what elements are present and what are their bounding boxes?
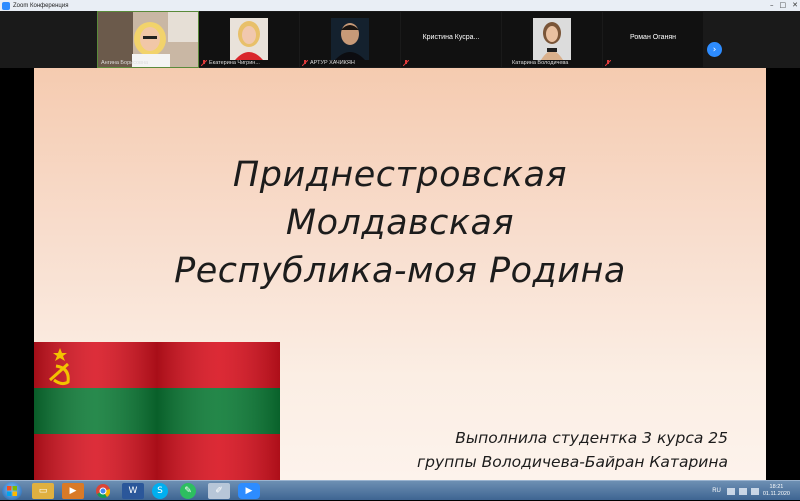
window-title: Zoom Конференция (13, 2, 69, 9)
flag-icon[interactable] (750, 487, 759, 495)
participant-name: Ангина Борисовна (101, 60, 149, 66)
participant-video (230, 18, 268, 60)
clock-time: 18:21 (769, 484, 784, 490)
start-button[interactable] (2, 482, 22, 500)
explorer-icon[interactable]: ▭ (32, 483, 54, 499)
paint-icon[interactable]: ✐ (208, 483, 230, 499)
muted-mic-icon (201, 60, 207, 66)
maximize-icon[interactable]: □ (780, 1, 787, 9)
participant-strip: Ангина Борисовна Екатерина Чигрин... АРТ… (0, 11, 800, 68)
language-indicator[interactable]: RU (712, 488, 721, 494)
media-player-icon[interactable]: ▶ (62, 483, 84, 499)
close-icon[interactable]: ✕ (792, 1, 798, 9)
muted-mic-icon (302, 60, 308, 66)
participant-video (98, 12, 198, 67)
slide-title-line: Молдавская (285, 203, 515, 243)
zoom-taskbar-icon[interactable]: ▶ (238, 483, 260, 499)
credit-line: Выполнила студентка 3 курса 25 (455, 429, 728, 447)
clock[interactable]: 18:21 01.11.2020 (763, 484, 790, 498)
participant-tile[interactable]: Катарина Володичева (502, 12, 602, 67)
muted-mic-icon (403, 60, 409, 66)
window-title-bar: Zoom Конференция – □ ✕ (0, 0, 800, 11)
network-icon[interactable] (726, 487, 735, 495)
slide-credit: Выполнила студентка 3 курса 25 группы Во… (417, 426, 728, 474)
next-participants-button[interactable]: › (707, 42, 722, 57)
slide-title-line: Приднестровская (232, 155, 568, 195)
windows-taskbar: ▭ ▶ W S ✎ ✐ ▶ RU 18:21 01.11.2020 (0, 480, 800, 500)
chrome-icon[interactable] (92, 483, 114, 499)
participant-tile[interactable]: Роман Оганян (603, 12, 703, 67)
evernote-icon[interactable]: ✎ (180, 483, 196, 499)
pmr-flag-image (34, 342, 280, 480)
word-icon[interactable]: W (122, 483, 144, 499)
volume-icon[interactable] (738, 487, 747, 495)
participant-name: АРТУР ХАЧИКЯН (310, 60, 355, 66)
credit-line: группы Володичева-Байран Катарина (417, 453, 728, 471)
chevron-right-icon: › (712, 44, 717, 55)
slide-title: Приднестровская Молдавская Республика-мо… (34, 151, 766, 295)
participant-name: Катарина Володичева (512, 60, 569, 66)
participant-video (533, 18, 571, 60)
zoom-app-icon (2, 1, 10, 10)
windows-logo-icon (7, 486, 17, 496)
system-tray: RU 18:21 01.11.2020 (712, 481, 800, 501)
slide-title-line: Республика-моя Родина (174, 251, 626, 291)
participant-tile[interactable]: Ангина Борисовна (97, 11, 199, 68)
participant-name: Роман Оганян (629, 34, 677, 41)
minimize-icon[interactable]: – (770, 1, 774, 9)
skype-icon[interactable]: S (152, 483, 168, 499)
participant-video (331, 18, 369, 60)
participant-name: Екатерина Чигрин... (209, 60, 260, 66)
participant-tile[interactable]: Кристина Кусра... (401, 12, 501, 67)
participant-tile[interactable]: АРТУР ХАЧИКЯН (300, 12, 400, 67)
participant-name: Кристина Кусра... (422, 34, 480, 41)
muted-mic-icon (605, 60, 611, 66)
window-controls: – □ ✕ (770, 1, 798, 9)
participant-tile[interactable]: Екатерина Чигрин... (199, 12, 299, 67)
shared-screen-slide: Приднестровская Молдавская Республика-мо… (34, 68, 766, 480)
clock-date: 01.11.2020 (762, 491, 790, 497)
